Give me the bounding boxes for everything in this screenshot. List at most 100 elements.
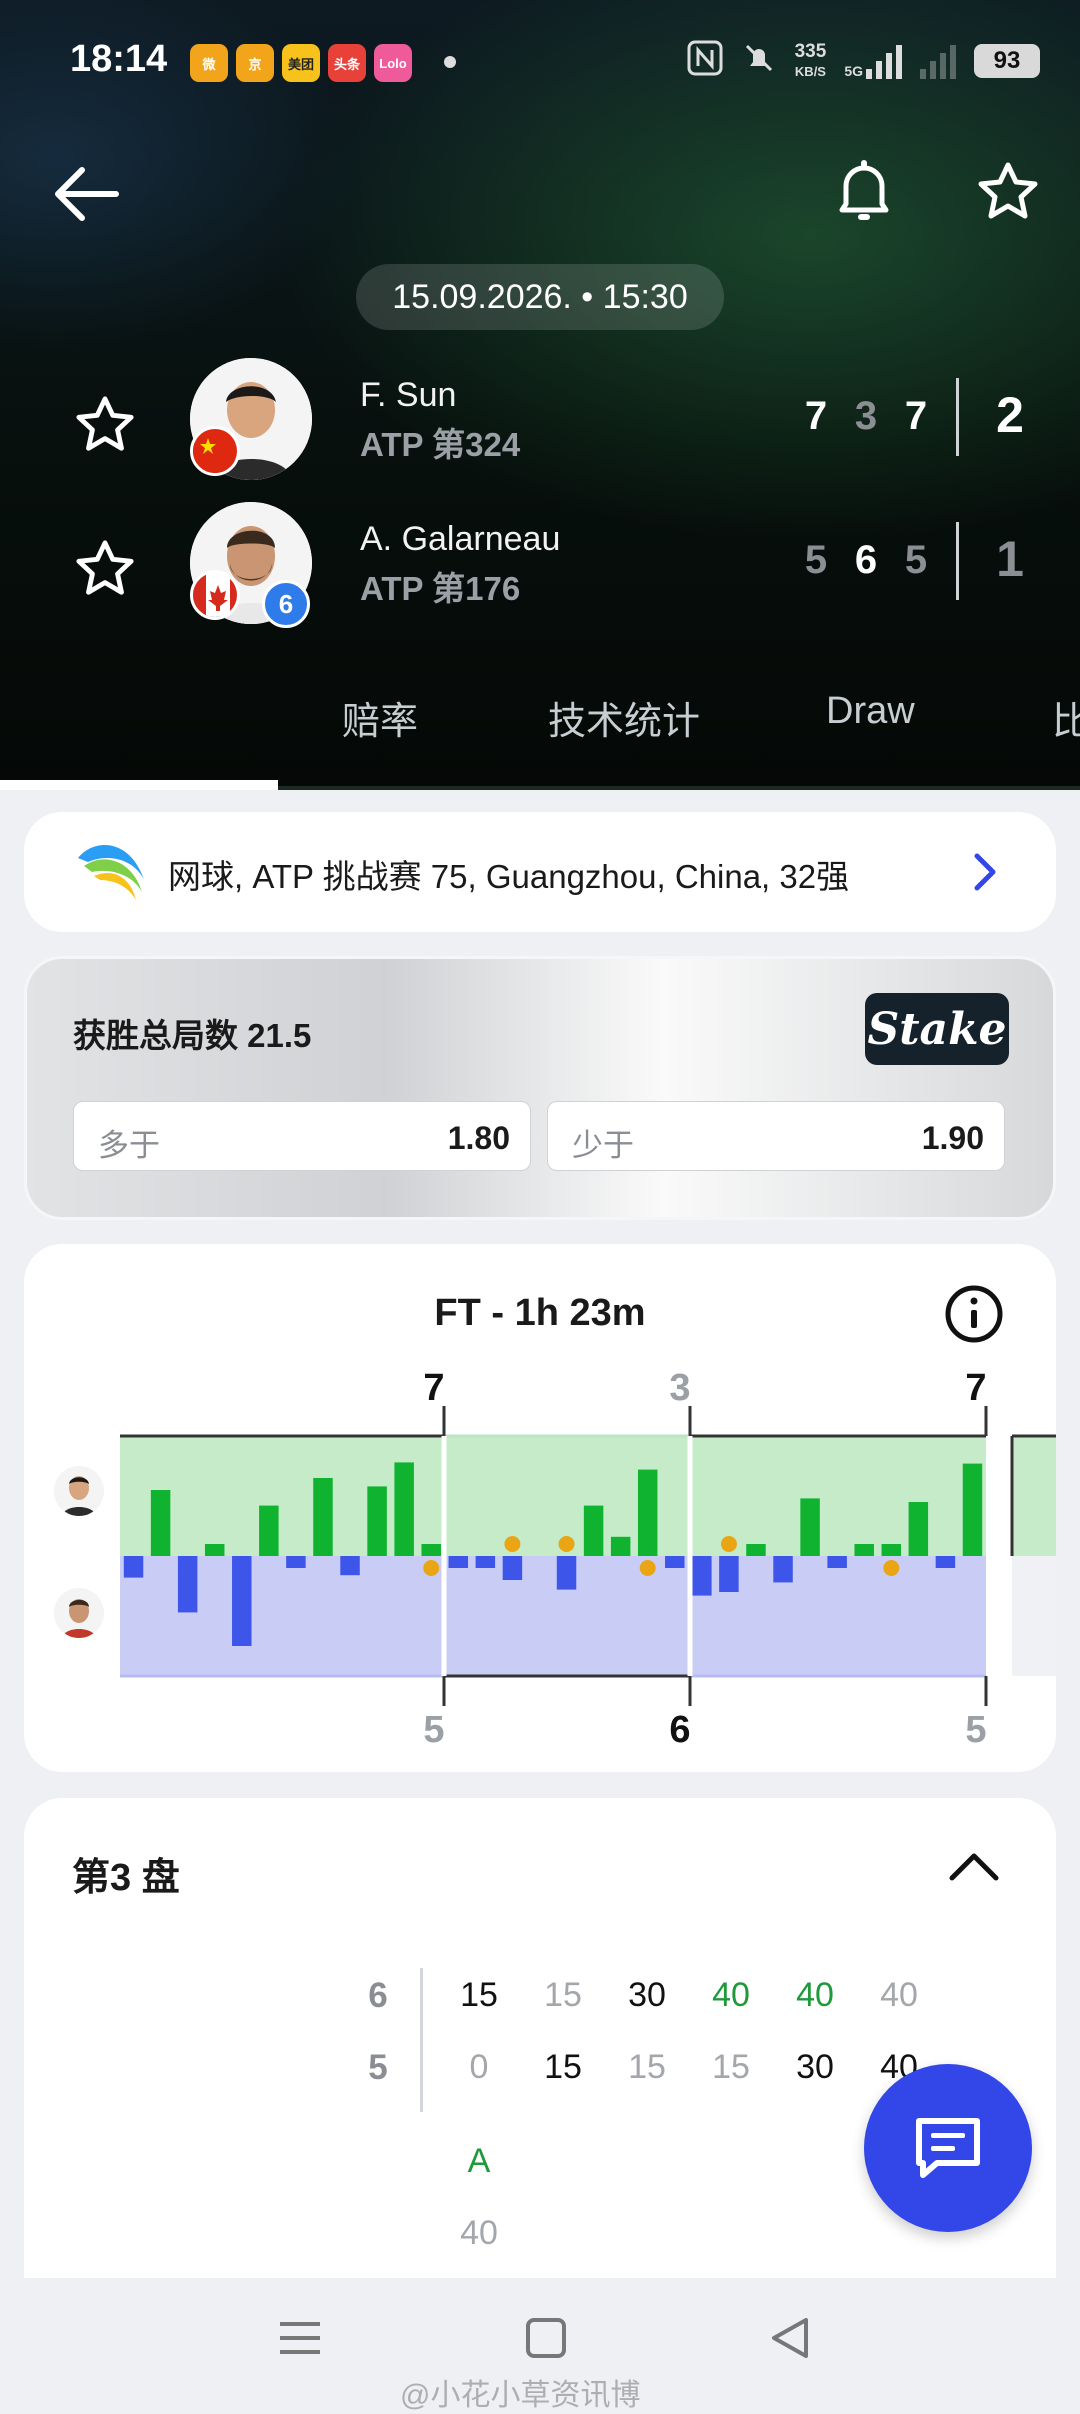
momentum-bar-player-2 [177, 1556, 198, 1613]
odds-label: 少于 [572, 1128, 634, 1163]
set-score: 7 [904, 394, 928, 438]
favorite-player-button[interactable] [74, 538, 136, 605]
break-point-icon [639, 1560, 656, 1576]
tournament-name: 网球, ATP 挑战赛 75, Guangzhou, China, 32强 [168, 858, 850, 895]
momentum-bar-player-2 [556, 1556, 577, 1590]
sets-won-total: 1 [996, 531, 1024, 587]
momentum-bar-player-2 [286, 1556, 306, 1568]
set-score: 5 [904, 538, 928, 582]
momentum-bar-player-2 [827, 1556, 847, 1568]
player-row-2[interactable]: 6 A. Galarneau ATP 第176 5 6 5 1 [0, 500, 1080, 640]
break-point-icon [423, 1560, 440, 1576]
set-scores: 5 6 5 [802, 538, 930, 583]
set-title: 第3 盘 [72, 1857, 180, 1899]
lolo-app-icon: Lolo [374, 44, 412, 82]
odds-under-button[interactable]: 少于 1.90 [547, 1101, 1005, 1171]
active-tab-indicator [0, 780, 278, 790]
bookmaker-logo[interactable]: Stake [865, 993, 1009, 1065]
tab-more[interactable]: 比 [1052, 690, 1080, 745]
point-score: 40 [880, 1976, 918, 2014]
point-score: 15 [460, 1976, 498, 2014]
point-score: 40 [796, 1976, 834, 2014]
back-button[interactable] [50, 164, 120, 229]
momentum-bar-player-2 [340, 1556, 360, 1576]
momentum-bar-player-2 [502, 1556, 523, 1580]
status-bar: 18:14 微 京 美团 头条 Lolo 335 KB/S 5G 93 [0, 0, 1080, 120]
tab-statistics[interactable]: 技术统计 [548, 690, 700, 745]
home-nav-button[interactable] [524, 2316, 568, 2365]
mute-bell-icon [741, 40, 777, 82]
next-set-area [1012, 1436, 1056, 1556]
sets-won-total: 2 [996, 387, 1024, 443]
home-square-icon [526, 2318, 566, 2358]
signal-5g-icon: 5G [844, 43, 902, 79]
signal-sim2-icon [920, 43, 956, 79]
set-score: 7 [804, 394, 828, 438]
odds-over-button[interactable]: 多于 1.80 [73, 1101, 531, 1171]
menu-nav-button[interactable] [276, 2318, 324, 2363]
momentum-bar-player-1 [583, 1505, 604, 1556]
seed-badge: 6 [262, 580, 310, 628]
tab-odds[interactable]: 赔率 [342, 690, 418, 745]
player-row-1[interactable]: F. Sun ATP 第324 7 3 7 2 [0, 356, 1080, 496]
china-flag-icon [190, 426, 240, 476]
momentum-bar-player-2 [773, 1556, 793, 1583]
momentum-bar-player-2 [692, 1556, 712, 1596]
chat-button[interactable] [864, 2064, 1032, 2232]
star-outline-icon [76, 540, 134, 595]
chat-icon [916, 2118, 980, 2178]
set-score-label: 7 [423, 1367, 444, 1409]
weibo-app-icon: 微 [190, 44, 228, 82]
break-point-icon [720, 1536, 737, 1552]
momentum-bar-player-1 [150, 1490, 171, 1556]
taobao-app-icon: 京 [236, 44, 274, 82]
notification-bell-button[interactable] [836, 156, 892, 233]
set-score-label: 5 [965, 1709, 986, 1751]
status-time: 18:14 [70, 38, 168, 80]
back-triangle-icon [772, 2318, 808, 2358]
back-arrow-icon [55, 167, 119, 221]
odds-value: 1.80 [447, 1120, 510, 1156]
canada-flag-icon [190, 570, 240, 620]
momentum-bar-player-1 [962, 1463, 983, 1556]
momentum-bar-player-1 [421, 1544, 441, 1556]
system-icons: 335 KB/S 5G 93 [687, 40, 1040, 82]
point-score: 30 [796, 2048, 834, 2086]
point-score: 30 [628, 1976, 666, 2014]
momentum-bar-player-2 [448, 1556, 469, 1568]
momentum-bar-player-1 [637, 1469, 658, 1556]
odds-label: 多于 [98, 1128, 160, 1163]
score-divider [956, 522, 959, 600]
star-outline-icon [978, 162, 1038, 219]
odds-value: 1.90 [921, 1120, 984, 1156]
back-nav-button[interactable] [768, 2314, 812, 2367]
match-header: 18:14 微 京 美团 头条 Lolo 335 KB/S 5G 93 15.0… [0, 0, 1080, 790]
tournament-card[interactable]: 网球, ATP 挑战赛 75, Guangzhou, China, 32强 [24, 812, 1056, 932]
score-divider [956, 378, 959, 456]
bell-icon [839, 160, 889, 220]
point-score: 15 [712, 2048, 750, 2086]
favorite-match-button[interactable] [976, 160, 1040, 229]
toutiao-app-icon: 头条 [328, 44, 366, 82]
player-1-area [120, 1436, 986, 1556]
player-rank: ATP 第324 [360, 426, 521, 463]
momentum-bar-player-2 [475, 1556, 496, 1568]
point-score: A [467, 2142, 491, 2180]
set-score: 3 [854, 394, 878, 438]
favorite-player-button[interactable] [74, 394, 136, 461]
momentum-bar-player-1 [746, 1544, 766, 1556]
momentum-bar-player-2 [665, 1556, 685, 1568]
more-notifications-dot [444, 56, 456, 68]
star-outline-icon [76, 396, 134, 451]
games-divider [420, 1968, 423, 2112]
momentum-bar-player-2 [719, 1556, 739, 1592]
set-score-label: 5 [423, 1709, 444, 1751]
point-score: 40 [712, 1976, 750, 2014]
notification-app-icons: 微 京 美团 头条 Lolo [190, 44, 412, 82]
momentum-bar-player-1 [394, 1462, 414, 1556]
chevron-up-icon[interactable] [948, 1850, 1000, 1887]
chevron-right-icon [972, 852, 998, 897]
tab-draw[interactable]: Draw [826, 690, 915, 733]
momentum-bar-player-2 [232, 1556, 252, 1646]
battery-indicator: 93 [974, 44, 1040, 78]
